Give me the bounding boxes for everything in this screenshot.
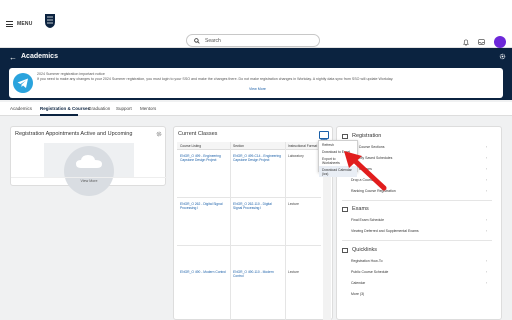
chevron-right-icon: › (485, 281, 487, 285)
card-title: Current Classes (178, 131, 218, 137)
format-cell: Laboratory (288, 154, 304, 158)
quicklinks-icon (342, 248, 348, 253)
registration-icon (342, 134, 348, 139)
divider (342, 200, 492, 201)
registration-appointments-card: Registration Appointments Active and Upc… (10, 126, 167, 196)
section-link[interactable]: ENGR_O 262-110 - Digital Signal Processi… (233, 202, 281, 211)
menu-item-export-worksheets[interactable]: Export to Worksheets (319, 155, 357, 166)
table-header: Course Listing Section Instructional For… (177, 142, 321, 150)
tab-mentors[interactable]: Mentors (140, 106, 156, 111)
search-placeholder: Search (205, 37, 221, 44)
link-public-course-schedule[interactable]: Public Course Schedule (351, 270, 388, 274)
exams-icon (342, 207, 348, 212)
gear-icon[interactable] (499, 53, 506, 60)
link-registration-how-to[interactable]: Registration How-To (351, 259, 383, 263)
link-final-exam-schedule[interactable]: Final Exam Schedule (351, 218, 384, 222)
column-divider (285, 142, 286, 320)
table-row: ENGR_O 262 - Digital Signal Processing I… (177, 198, 321, 246)
telegram-icon (13, 73, 33, 93)
section-title: Quicklinks (352, 247, 378, 253)
bell-icon[interactable] (463, 39, 469, 46)
active-tab-indicator (40, 114, 78, 116)
column-divider (230, 142, 231, 320)
chevron-right-icon: › (485, 178, 487, 182)
menu-button[interactable]: MENU (6, 16, 33, 32)
section-link[interactable]: ENGR_O 490-110 - Modern Control (233, 270, 281, 279)
university-logo[interactable] (44, 13, 56, 29)
inbox-icon[interactable] (478, 39, 485, 45)
card-title: Registration Appointments Active and Upc… (15, 131, 133, 137)
link-calendar[interactable]: Calendar (351, 281, 365, 285)
tab-bar: Academics Registration & Courses Graduat… (0, 102, 512, 116)
menu-item-download-excel[interactable]: Download to Excel (319, 148, 357, 155)
table-row: ENGR_O 499 - Engineering Capstone Design… (177, 150, 321, 198)
chevron-right-icon: › (485, 259, 487, 263)
link-more[interactable]: More (3) (351, 292, 364, 296)
course-link[interactable]: ENGR_O 499 - Engineering Capstone Design… (180, 154, 228, 163)
search-icon (194, 37, 200, 44)
page-title: Academics (21, 53, 58, 60)
chevron-right-icon: › (485, 218, 487, 222)
section-title: Exams (352, 206, 369, 212)
related-actions-menu: Refresh Download to Excel Export to Work… (318, 140, 358, 177)
view-more-link[interactable]: View More (249, 87, 266, 91)
announcement-banner: 2024 Summer registration important notic… (9, 68, 503, 98)
link-ranking-registration[interactable]: Ranking Course Registration (351, 189, 396, 193)
table-row: ENGR_O 490 - Modern Control ENGR_O 490-1… (177, 246, 321, 320)
format-cell: Lecture (288, 270, 299, 274)
page-header: ← Academics 2024 Summer registration imp… (0, 48, 512, 100)
tab-academics[interactable]: Academics (10, 106, 32, 111)
menu-label: MENU (17, 21, 33, 27)
chevron-right-icon: › (485, 145, 487, 149)
menu-item-refresh[interactable]: Refresh (319, 141, 357, 148)
announcement-text: If you need to make any changes to your … (37, 77, 394, 81)
search-input[interactable]: Search (186, 34, 320, 47)
column-header: Section (233, 144, 244, 148)
tab-registration-courses[interactable]: Registration & Courses (40, 106, 90, 111)
chevron-right-icon: › (485, 229, 487, 233)
divider (342, 240, 492, 241)
column-header: Course Listing (180, 144, 202, 148)
top-bar: MENU Search (0, 0, 512, 48)
link-drop-course[interactable]: Drop a Course (351, 178, 374, 182)
format-cell: Lecture (288, 202, 299, 206)
chevron-right-icon: › (485, 156, 487, 160)
view-more-button[interactable]: View More (11, 177, 167, 183)
cloud-icon (76, 155, 102, 168)
link-deferred-exams[interactable]: Viewing Deferred and Supplemental Exams (351, 229, 419, 233)
empty-state-illustration (44, 143, 134, 196)
chevron-right-icon: › (485, 167, 487, 171)
course-link[interactable]: ENGR_O 262 - Digital Signal Processing I (180, 202, 228, 211)
column-header: Instructional Format (288, 144, 318, 148)
tab-support[interactable]: Support (116, 106, 132, 111)
related-actions-button[interactable] (319, 131, 329, 145)
course-link[interactable]: ENGR_O 490 - Modern Control (180, 270, 228, 274)
hamburger-icon (6, 21, 13, 27)
section-title: Registration (352, 133, 382, 139)
avatar[interactable] (494, 36, 506, 48)
tab-graduation[interactable]: Graduation (88, 106, 110, 111)
chevron-right-icon: › (485, 189, 487, 193)
menu-item-download-calendar[interactable]: Download Calendar (ics) (319, 166, 357, 177)
section-link[interactable]: ENGR_O 499-C14 - Engineering Capstone De… (233, 154, 281, 163)
chevron-right-icon: › (485, 270, 487, 274)
back-arrow-icon[interactable]: ← (9, 53, 17, 62)
current-classes-card: Current Classes Course Listing Section I… (173, 126, 333, 320)
quick-actions-card: Registration Find Course Sections › View… (336, 126, 502, 320)
announcement-title: 2024 Summer registration important notic… (37, 72, 105, 76)
gear-icon[interactable] (156, 131, 162, 137)
